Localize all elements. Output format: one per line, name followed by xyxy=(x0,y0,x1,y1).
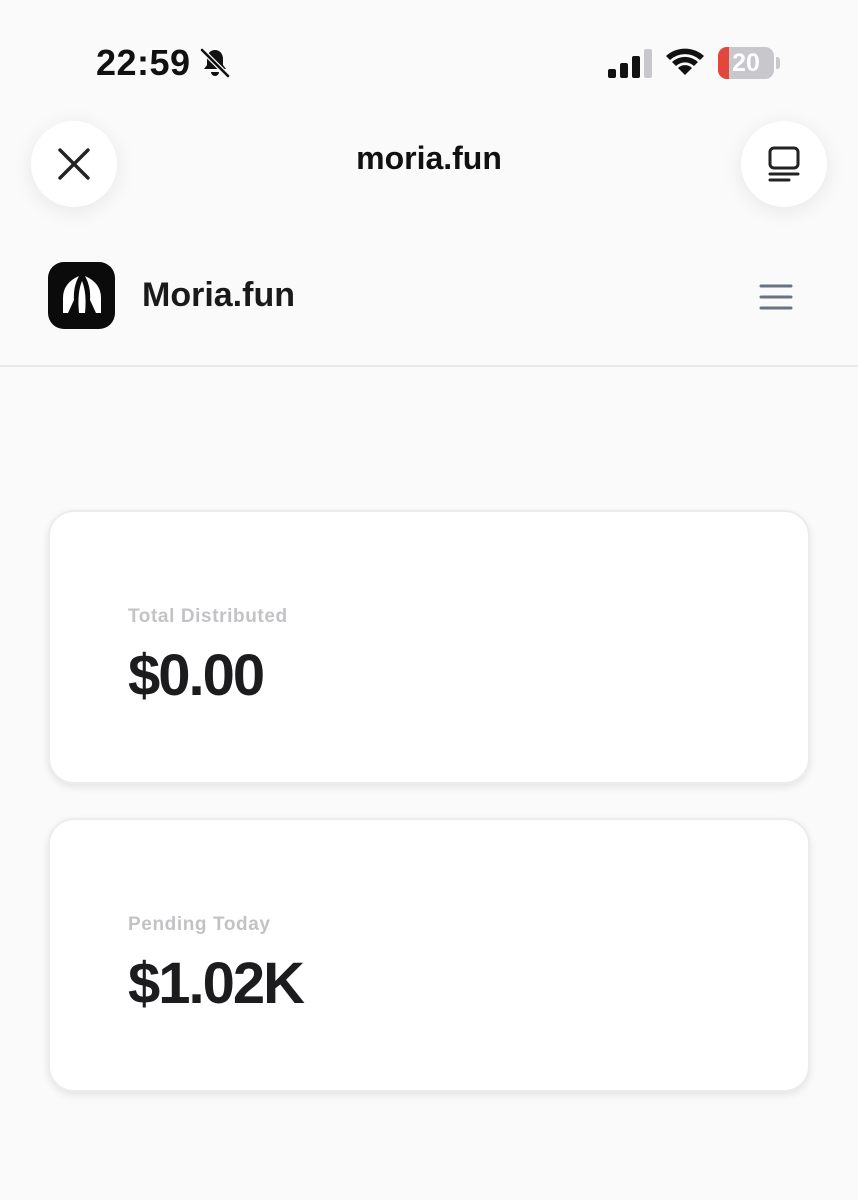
hamburger-menu-icon[interactable] xyxy=(756,277,796,317)
screen: 22:59 20 moria.fun Moria.fun Total Distr… xyxy=(0,0,858,1200)
battery-percent: 20 xyxy=(732,48,760,77)
cellular-signal-icon xyxy=(608,49,652,78)
status-bar: 22:59 20 xyxy=(0,0,858,110)
total-distributed-card: Total Distributed $0.00 xyxy=(48,510,810,784)
site-name[interactable]: Moria.fun xyxy=(142,276,295,315)
battery-nub xyxy=(776,57,780,69)
stat-value: $0.00 xyxy=(128,643,265,708)
status-time: 22:59 xyxy=(96,42,191,83)
bell-slash-icon xyxy=(200,48,230,78)
page-title: moria.fun xyxy=(356,140,502,176)
stat-label: Total Distributed xyxy=(128,606,288,627)
moria-logo-icon[interactable] xyxy=(48,262,115,329)
pending-today-card: Pending Today $1.02K xyxy=(48,818,810,1092)
wifi-icon xyxy=(666,48,704,75)
stat-label: Pending Today xyxy=(128,914,271,935)
site-navbar: Moria.fun xyxy=(0,225,858,367)
battery-icon: 20 xyxy=(718,47,774,79)
tabs-button[interactable] xyxy=(741,121,827,207)
moria-logo-mark xyxy=(62,275,101,313)
stat-value: $1.02K xyxy=(128,951,305,1016)
tabs-icon xyxy=(768,146,800,182)
browser-header: moria.fun xyxy=(0,110,858,225)
